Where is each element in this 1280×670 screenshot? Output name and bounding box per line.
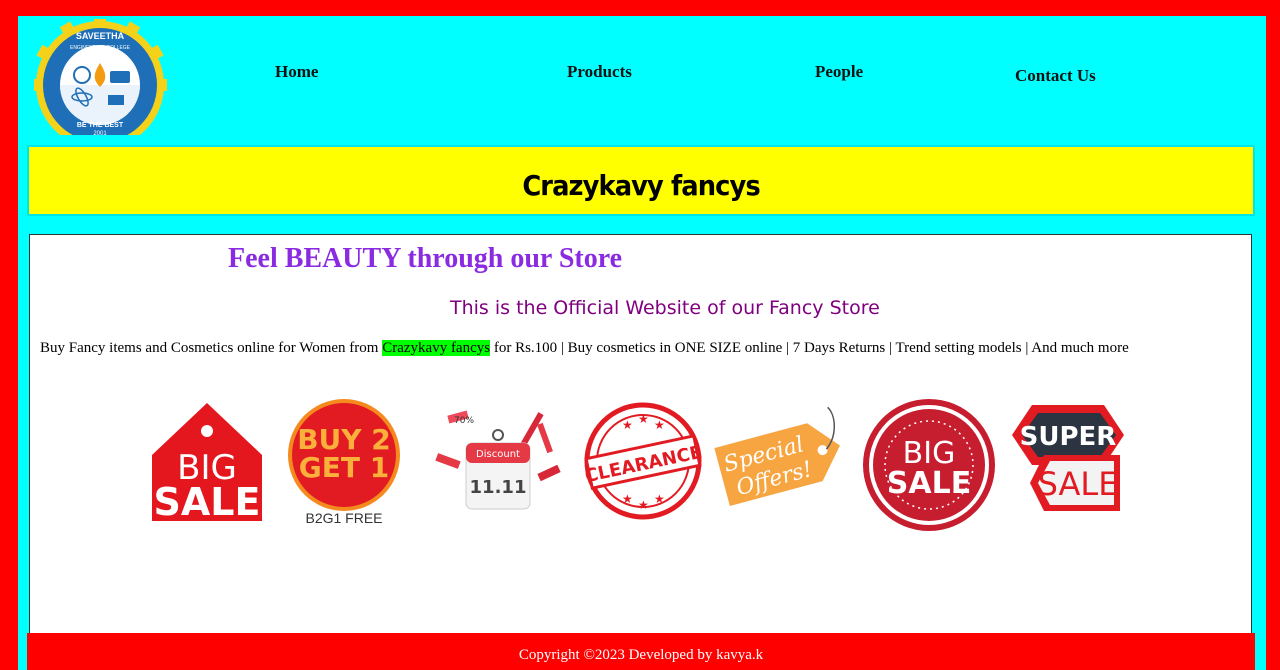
super-sale-tag-image: SUPER SALE	[1012, 405, 1124, 511]
store-description: Buy Fancy items and Cosmetics online for…	[40, 340, 1129, 357]
buy-2-get-1-badge-image: BUY 2 GET 1 B2G1 FREE	[288, 399, 400, 526]
clearance-stamp-image: ★ ★ ★ ★ ★ ★ CLEARANCE	[584, 402, 702, 520]
big-sale-seal-image: BIG SALE	[863, 399, 995, 531]
store-banner: Crazykavy fancys	[27, 145, 1255, 216]
store-title: Crazykavy fancys	[522, 169, 760, 202]
svg-text:★: ★	[654, 418, 665, 432]
svg-text:★: ★	[638, 412, 649, 426]
svg-text:★: ★	[622, 492, 633, 506]
special-offers-tag-image: Special Offers!	[714, 406, 840, 507]
discount-calendar-image: 70% Discount 11.11	[435, 410, 561, 510]
svg-text:GET 1: GET 1	[299, 451, 389, 484]
description-text: Buy Fancy items and Cosmetics online for…	[40, 340, 383, 356]
store-tagline: Feel BEAUTY through our Store	[228, 243, 623, 274]
svg-text:SALE: SALE	[1038, 465, 1119, 503]
svg-text:70%: 70%	[454, 416, 474, 426]
logo-name: SAVEETHA	[76, 31, 125, 41]
svg-text:Discount: Discount	[476, 449, 520, 460]
nav-people-link[interactable]: People	[815, 62, 863, 82]
svg-text:11.11: 11.11	[470, 477, 527, 498]
store-name-highlight: Crazykavy fancys	[382, 340, 491, 356]
college-logo-image: SAVEETHA ENGINEERING COLLEGE BE THE BEST…	[34, 19, 167, 135]
big-sale-tag-image: BIG SALE	[152, 403, 262, 523]
copyright-text: Copyright ©2023 Developed by kavya.k	[518, 647, 764, 663]
nav-contact-link[interactable]: Contact Us	[1015, 66, 1096, 86]
page-footer: Copyright ©2023 Developed by kavya.k	[27, 633, 1255, 670]
svg-text:B2G1 FREE: B2G1 FREE	[305, 510, 382, 526]
svg-text:★: ★	[638, 498, 649, 512]
logo-subtitle: ENGINEERING COLLEGE	[70, 45, 131, 51]
svg-text:★: ★	[654, 492, 665, 506]
logo-year: 2001	[93, 131, 107, 135]
nav-home-link[interactable]: Home	[275, 62, 318, 82]
svg-text:SALE: SALE	[887, 466, 971, 501]
logo-motto: BE THE BEST	[77, 122, 124, 129]
main-content: Feel BEAUTY through our Store This is th…	[29, 234, 1252, 670]
svg-text:SUPER: SUPER	[1020, 422, 1117, 452]
svg-text:SALE: SALE	[154, 480, 261, 523]
official-heading: This is the Official Website of our Fanc…	[450, 297, 880, 319]
svg-text:★: ★	[622, 418, 633, 432]
description-text-rest: for Rs.100 | Buy cosmetics in ONE SIZE o…	[490, 340, 1129, 356]
college-logo[interactable]: SAVEETHA ENGINEERING COLLEGE BE THE BEST…	[34, 19, 167, 135]
nav-products-link[interactable]: Products	[567, 62, 632, 82]
